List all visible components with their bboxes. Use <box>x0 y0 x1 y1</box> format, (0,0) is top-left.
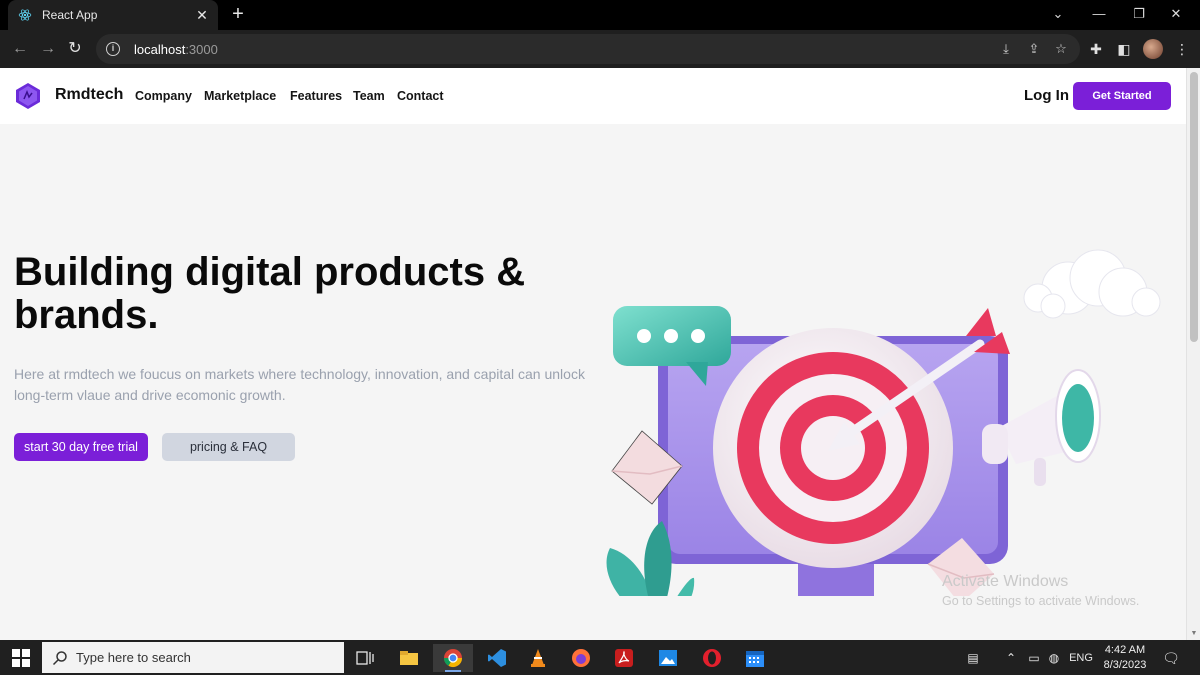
site-header: Rmdtech Company Marketplace Features Tea… <box>0 68 1186 124</box>
activate-windows-watermark: Activate Windows Go to Settings to activ… <box>942 572 1139 610</box>
react-favicon-icon <box>18 9 32 21</box>
hero-illustration <box>606 249 1161 596</box>
task-view-icon[interactable] <box>345 644 385 672</box>
opera-icon[interactable] <box>692 644 732 672</box>
star-icon[interactable]: ☆ <box>1053 41 1069 57</box>
page-viewport: Rmdtech Company Marketplace Features Tea… <box>0 68 1186 640</box>
menu-icon[interactable]: ⋮ <box>1174 41 1190 57</box>
language-indicator[interactable]: ENG <box>1068 650 1094 666</box>
reload-icon[interactable]: ↻ <box>65 39 85 59</box>
minimize-icon[interactable]: — <box>1089 4 1109 24</box>
close-window-icon[interactable]: ✕ <box>1166 4 1186 24</box>
search-placeholder: Type here to search <box>76 650 191 665</box>
clock-date: 8/3/2023 <box>1103 659 1147 671</box>
address-bar[interactable]: i localhost:3000 ⤓ ⇪ ☆ <box>96 34 1080 64</box>
url-host: localhost <box>134 41 186 57</box>
taskbar-search-input[interactable]: Type here to search <box>42 642 344 673</box>
extensions-icon[interactable]: ✚ <box>1088 41 1104 57</box>
vscode-icon[interactable] <box>477 644 517 672</box>
url-port: :3000 <box>185 41 218 57</box>
nav-marketplace[interactable]: Marketplace <box>204 89 276 103</box>
scrollbar-thumb[interactable] <box>1190 72 1198 342</box>
profile-avatar[interactable] <box>1143 39 1163 59</box>
search-icon <box>52 650 67 665</box>
activate-title: Activate Windows <box>942 573 1069 590</box>
new-tab-button[interactable]: + <box>228 4 248 24</box>
forward-arrow-icon[interactable]: → <box>38 39 58 59</box>
firefox-icon[interactable] <box>561 644 601 672</box>
calendar-icon[interactable] <box>735 644 775 672</box>
nav-team[interactable]: Team <box>353 89 385 103</box>
tab-search-icon[interactable]: ⌄ <box>1048 4 1068 24</box>
nav-company[interactable]: Company <box>135 89 192 103</box>
file-explorer-icon[interactable] <box>389 644 429 672</box>
notification-icon[interactable]: 🗨 <box>1162 650 1180 666</box>
active-app-indicator <box>445 670 461 672</box>
taskbar-clock[interactable]: 4:42 AM 8/3/2023 <box>1098 643 1152 673</box>
get-started-button[interactable]: Get Started <box>1073 82 1171 110</box>
screen: React App ✕ + ⌄ — ❐ ✕ ← → ↻ i localhost:… <box>0 0 1200 675</box>
hero-text-line-1: Here at rmdtech we foucus on markets whe… <box>14 366 585 382</box>
network-icon[interactable]: ◍ <box>1046 650 1062 666</box>
browser-tab[interactable]: React App ✕ <box>8 0 218 30</box>
free-trial-button[interactable]: start 30 day free trial <box>14 433 148 461</box>
activate-subtitle: Go to Settings to activate Windows. <box>942 594 1140 608</box>
nav-features[interactable]: Features <box>290 89 342 103</box>
chrome-icon[interactable] <box>433 644 473 672</box>
install-icon[interactable]: ⤓ <box>998 41 1014 57</box>
clock-time: 4:42 AM <box>1104 644 1146 656</box>
nav-contact[interactable]: Contact <box>397 89 444 103</box>
sidebar-icon[interactable]: ◧ <box>1116 41 1132 57</box>
show-hidden-icons-icon[interactable]: ⌃ <box>1004 650 1018 666</box>
acrobat-icon[interactable] <box>604 644 644 672</box>
back-arrow-icon[interactable]: ← <box>10 39 30 59</box>
news-widget-icon[interactable]: ▤ <box>962 650 984 666</box>
share-icon[interactable]: ⇪ <box>1026 41 1042 57</box>
tab-title: React App <box>42 8 98 22</box>
tab-strip: React App ✕ + ⌄ — ❐ ✕ <box>0 0 1200 30</box>
windows-start-icon[interactable] <box>12 649 30 667</box>
cloud-shape <box>1023 249 1161 319</box>
photos-icon[interactable] <box>648 644 688 672</box>
hero-title-line-1: Building digital products & <box>14 250 526 294</box>
hero-title-line-2: brands. <box>14 293 159 337</box>
brand-name[interactable]: Rmdtech <box>55 86 123 104</box>
restore-icon[interactable]: ❐ <box>1129 4 1149 24</box>
info-icon[interactable]: i <box>106 42 120 56</box>
pricing-faq-button[interactable]: pricing & FAQ <box>162 433 295 461</box>
vlc-icon[interactable] <box>518 644 558 672</box>
tab-close-icon[interactable]: ✕ <box>194 7 210 23</box>
scroll-down-icon[interactable]: ▼ <box>1189 630 1199 638</box>
hero-description: Here at rmdtech we foucus on markets whe… <box>14 364 604 406</box>
logo-icon[interactable] <box>14 82 42 110</box>
hero-title: Building digital products & brands. <box>14 251 594 337</box>
browser-toolbar: ← → ↻ i localhost:3000 ⤓ ⇪ ☆ ✚ ◧ ⋮ <box>0 30 1200 68</box>
battery-icon[interactable]: ▭ <box>1026 650 1042 666</box>
windows-taskbar: Type here to search ▤ ⌃ ▭ ◍ ENG 4:42 AM … <box>0 640 1200 675</box>
login-link[interactable]: Log In <box>1024 87 1069 104</box>
page-scrollbar[interactable]: ▼ <box>1186 68 1200 640</box>
hero-text-line-2: long-term vlaue and drive ecomonic growt… <box>14 387 286 403</box>
